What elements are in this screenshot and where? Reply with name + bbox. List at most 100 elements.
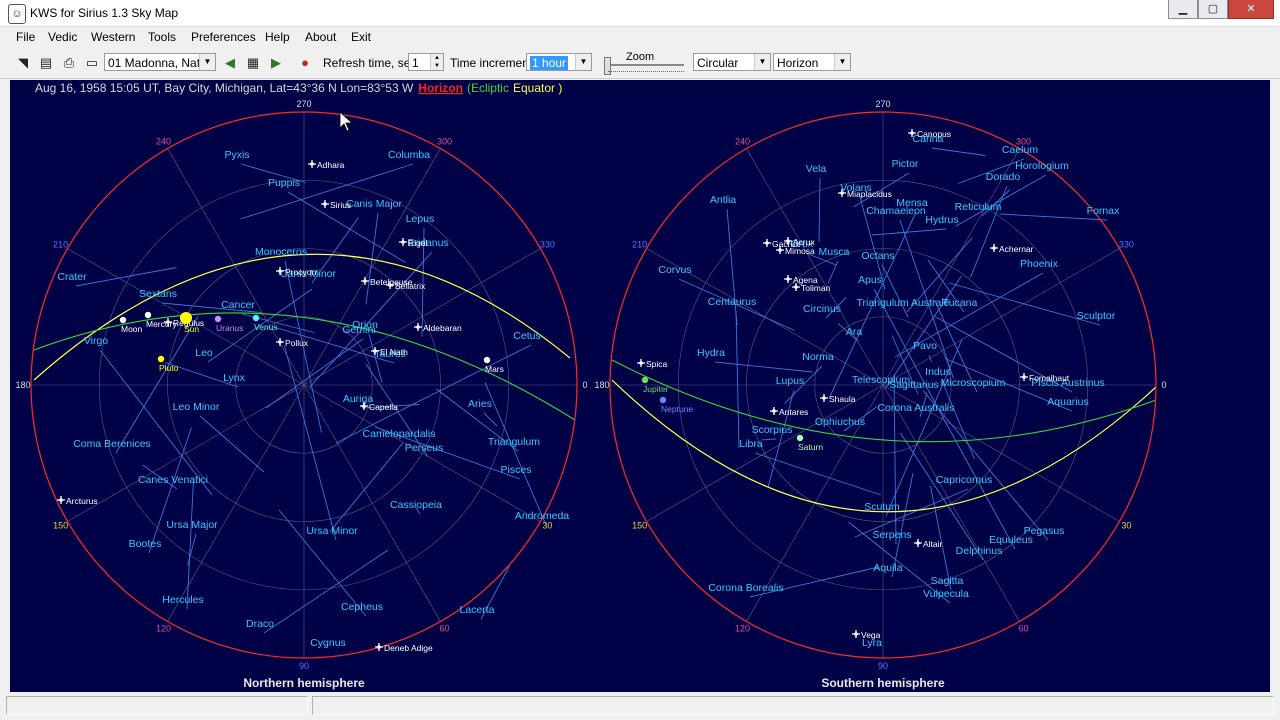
- animate-icon[interactable]: ●: [296, 54, 314, 72]
- constellation-label-hydra[interactable]: Hydra: [697, 347, 725, 359]
- constellation-label-leo-minor[interactable]: Leo Minor: [173, 401, 220, 413]
- constellation-label-coma-berenices[interactable]: Coma Berenices: [73, 438, 151, 450]
- planet-mercury-icon[interactable]: [144, 311, 152, 319]
- constellation-label-antlia[interactable]: Antlia: [710, 194, 736, 206]
- constellation-label-serpens[interactable]: Serpens: [872, 529, 911, 541]
- menu-preferences[interactable]: Preferences: [191, 30, 256, 44]
- planet-jupiter-icon[interactable]: [641, 376, 649, 384]
- constellation-label-musca[interactable]: Musca: [819, 246, 850, 258]
- sky-map[interactable]: Aug 16, 1958 15:05 UT, Bay City, Michiga…: [10, 80, 1270, 692]
- star-label-procyon[interactable]: Procyon: [285, 267, 316, 277]
- close-icon[interactable]: ✕: [1228, 0, 1274, 19]
- constellation-label-hydrus[interactable]: Hydrus: [925, 214, 958, 226]
- star-label-achernar[interactable]: Achernar: [999, 244, 1034, 254]
- printer-icon[interactable]: ⎙: [60, 54, 78, 72]
- constellation-label-gemini[interactable]: Gemini: [342, 324, 375, 336]
- constellation-label-sculptor[interactable]: Sculptor: [1077, 310, 1116, 322]
- constellation-label-monoceros[interactable]: Monoceros: [255, 246, 307, 258]
- constellation-label-cancer[interactable]: Cancer: [221, 299, 255, 311]
- constellation-label-apus[interactable]: Apus: [858, 274, 882, 286]
- pointer-icon[interactable]: ◥: [14, 54, 32, 72]
- constellation-label-canis-major[interactable]: Canis Major: [346, 198, 403, 210]
- constellation-label-reticulum[interactable]: Reticulum: [955, 201, 1002, 213]
- view-select[interactable]: Horizon ▼: [773, 53, 851, 71]
- constellation-label-capricornus[interactable]: Capricornus: [936, 474, 993, 486]
- constellation-label-perseus[interactable]: Perseus: [405, 442, 444, 454]
- spin-arrows-icon[interactable]: ▲ ▼: [430, 54, 443, 70]
- constellation-label-fornax[interactable]: Fornax: [1087, 205, 1120, 217]
- constellation-label-pyxis[interactable]: Pyxis: [224, 149, 249, 161]
- constellation-label-ophiuchus[interactable]: Ophiuchus: [815, 416, 865, 428]
- star-label-sirius[interactable]: Sirius: [330, 200, 351, 210]
- star-label-arcturus[interactable]: Arcturus: [66, 496, 98, 506]
- constellation-label-hercules[interactable]: Hercules: [162, 594, 203, 606]
- star-label-deneb-adige[interactable]: Deneb Adige: [384, 643, 433, 653]
- minimize-icon[interactable]: ▁: [1168, 0, 1198, 19]
- southern-hemisphere-map[interactable]: 2702402101801501209060300330300CarinaCae…: [594, 99, 1166, 671]
- constellation-label-andromeda[interactable]: Andromeda: [515, 510, 569, 522]
- constellation-label-caelum[interactable]: Caelum: [1002, 144, 1038, 156]
- star-label-bellatrix[interactable]: Bellatrix: [395, 281, 426, 291]
- menu-vedic[interactable]: Vedic: [48, 30, 77, 44]
- menu-tools[interactable]: Tools: [148, 30, 176, 44]
- constellation-label-ursa-minor[interactable]: Ursa Minor: [306, 525, 358, 537]
- star-label-aldebaran[interactable]: Aldebaran: [423, 323, 462, 333]
- menu-file[interactable]: File: [16, 30, 35, 44]
- planet-venus-icon[interactable]: [252, 314, 260, 322]
- constellation-label-cetus[interactable]: Cetus: [513, 330, 540, 342]
- constellation-label-dorado[interactable]: Dorado: [986, 171, 1021, 183]
- constellation-label-microscopium[interactable]: Microscopium: [941, 377, 1006, 389]
- constellation-label-horologium[interactable]: Horologium: [1015, 160, 1069, 172]
- star-label-antares[interactable]: Antares: [779, 407, 808, 417]
- constellation-label-cassiopeia[interactable]: Cassiopeia: [390, 499, 442, 511]
- menu-help[interactable]: Help: [265, 30, 290, 44]
- constellation-label-sagittarius[interactable]: Sagittarius: [889, 379, 939, 391]
- star-label-mimosa[interactable]: Mimosa: [785, 246, 815, 256]
- constellation-label-norma[interactable]: Norma: [802, 351, 834, 363]
- constellation-label-pavo[interactable]: Pavo: [913, 340, 937, 352]
- star-label-fomalhaut[interactable]: Fomalhaut: [1029, 373, 1070, 383]
- planet-moon-icon[interactable]: [119, 316, 127, 324]
- constellation-label-corona-australis[interactable]: Corona Australis: [877, 402, 954, 414]
- star-label-altair[interactable]: Altair: [923, 539, 943, 549]
- planet-neptune-icon[interactable]: [659, 396, 667, 404]
- star-label-spica[interactable]: Spica: [646, 359, 668, 369]
- planet-saturn-icon[interactable]: [796, 434, 804, 442]
- star-label-vega[interactable]: Vega: [861, 630, 881, 640]
- chart-select[interactable]: 01 Madonna, Natal ▼: [104, 53, 216, 71]
- refresh-time-stepper[interactable]: 1 ▲ ▼: [408, 53, 444, 71]
- constellation-label-triangulum-australe[interactable]: Triangulum Australe: [857, 297, 950, 309]
- constellation-label-camelopardalis[interactable]: Camelopardalis: [363, 428, 436, 440]
- constellation-label-columba[interactable]: Columba: [388, 149, 430, 161]
- planet-uranus-icon[interactable]: [214, 315, 222, 323]
- forward-arrow-icon[interactable]: ▶: [267, 54, 285, 72]
- menu-western[interactable]: Western: [91, 30, 135, 44]
- horizon-legend[interactable]: Horizon: [418, 81, 463, 95]
- app-icon[interactable]: ☺: [8, 4, 26, 24]
- star-label-pollux[interactable]: Pollux: [285, 338, 309, 348]
- constellation-label-bootes[interactable]: Bootes: [129, 538, 162, 550]
- constellation-label-cygnus[interactable]: Cygnus: [310, 637, 346, 649]
- calendar-icon[interactable]: ▦: [244, 54, 262, 72]
- star-label-shaula[interactable]: Shaula: [829, 394, 856, 404]
- constellation-label-cepheus[interactable]: Cepheus: [341, 601, 383, 613]
- zoom-slider[interactable]: Zoom: [602, 50, 688, 78]
- constellation-label-scorpius[interactable]: Scorpius: [752, 424, 793, 436]
- constellation-label-corvus[interactable]: Corvus: [658, 264, 691, 276]
- constellation-label-sagitta[interactable]: Sagitta: [931, 575, 964, 587]
- constellation-label-virgo[interactable]: Virgo: [84, 335, 108, 347]
- constellation-label-corona-borealis[interactable]: Corona Borealis: [708, 582, 783, 594]
- constellation-label-pictor[interactable]: Pictor: [892, 158, 919, 170]
- constellation-label-draco[interactable]: Draco: [246, 618, 274, 630]
- maximize-icon[interactable]: ▢: [1198, 0, 1228, 19]
- constellation-label-libra[interactable]: Libra: [739, 438, 763, 450]
- constellation-label-sextans[interactable]: Sextans: [139, 288, 177, 300]
- constellation-label-aries[interactable]: Aries: [468, 398, 492, 410]
- constellation-label-crater[interactable]: Crater: [57, 271, 87, 283]
- constellation-label-lacerta[interactable]: Lacerta: [459, 604, 494, 616]
- star-label-rigel[interactable]: Rigel: [408, 238, 427, 248]
- constellation-label-ara[interactable]: Ara: [846, 326, 863, 338]
- constellation-label-circinus[interactable]: Circinus: [803, 303, 841, 315]
- constellation-label-delphinus[interactable]: Delphinus: [956, 545, 1003, 557]
- constellation-label-lynx[interactable]: Lynx: [223, 372, 246, 384]
